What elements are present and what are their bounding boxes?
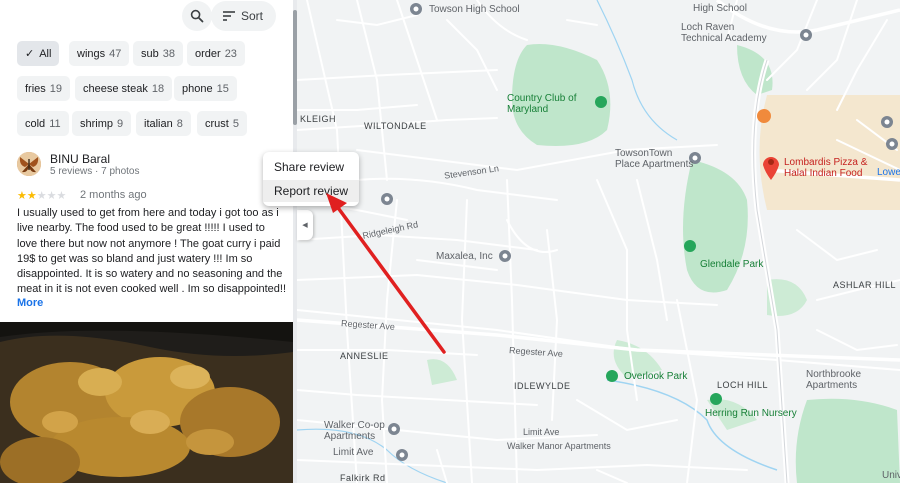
annotation-arrow — [326, 193, 446, 354]
